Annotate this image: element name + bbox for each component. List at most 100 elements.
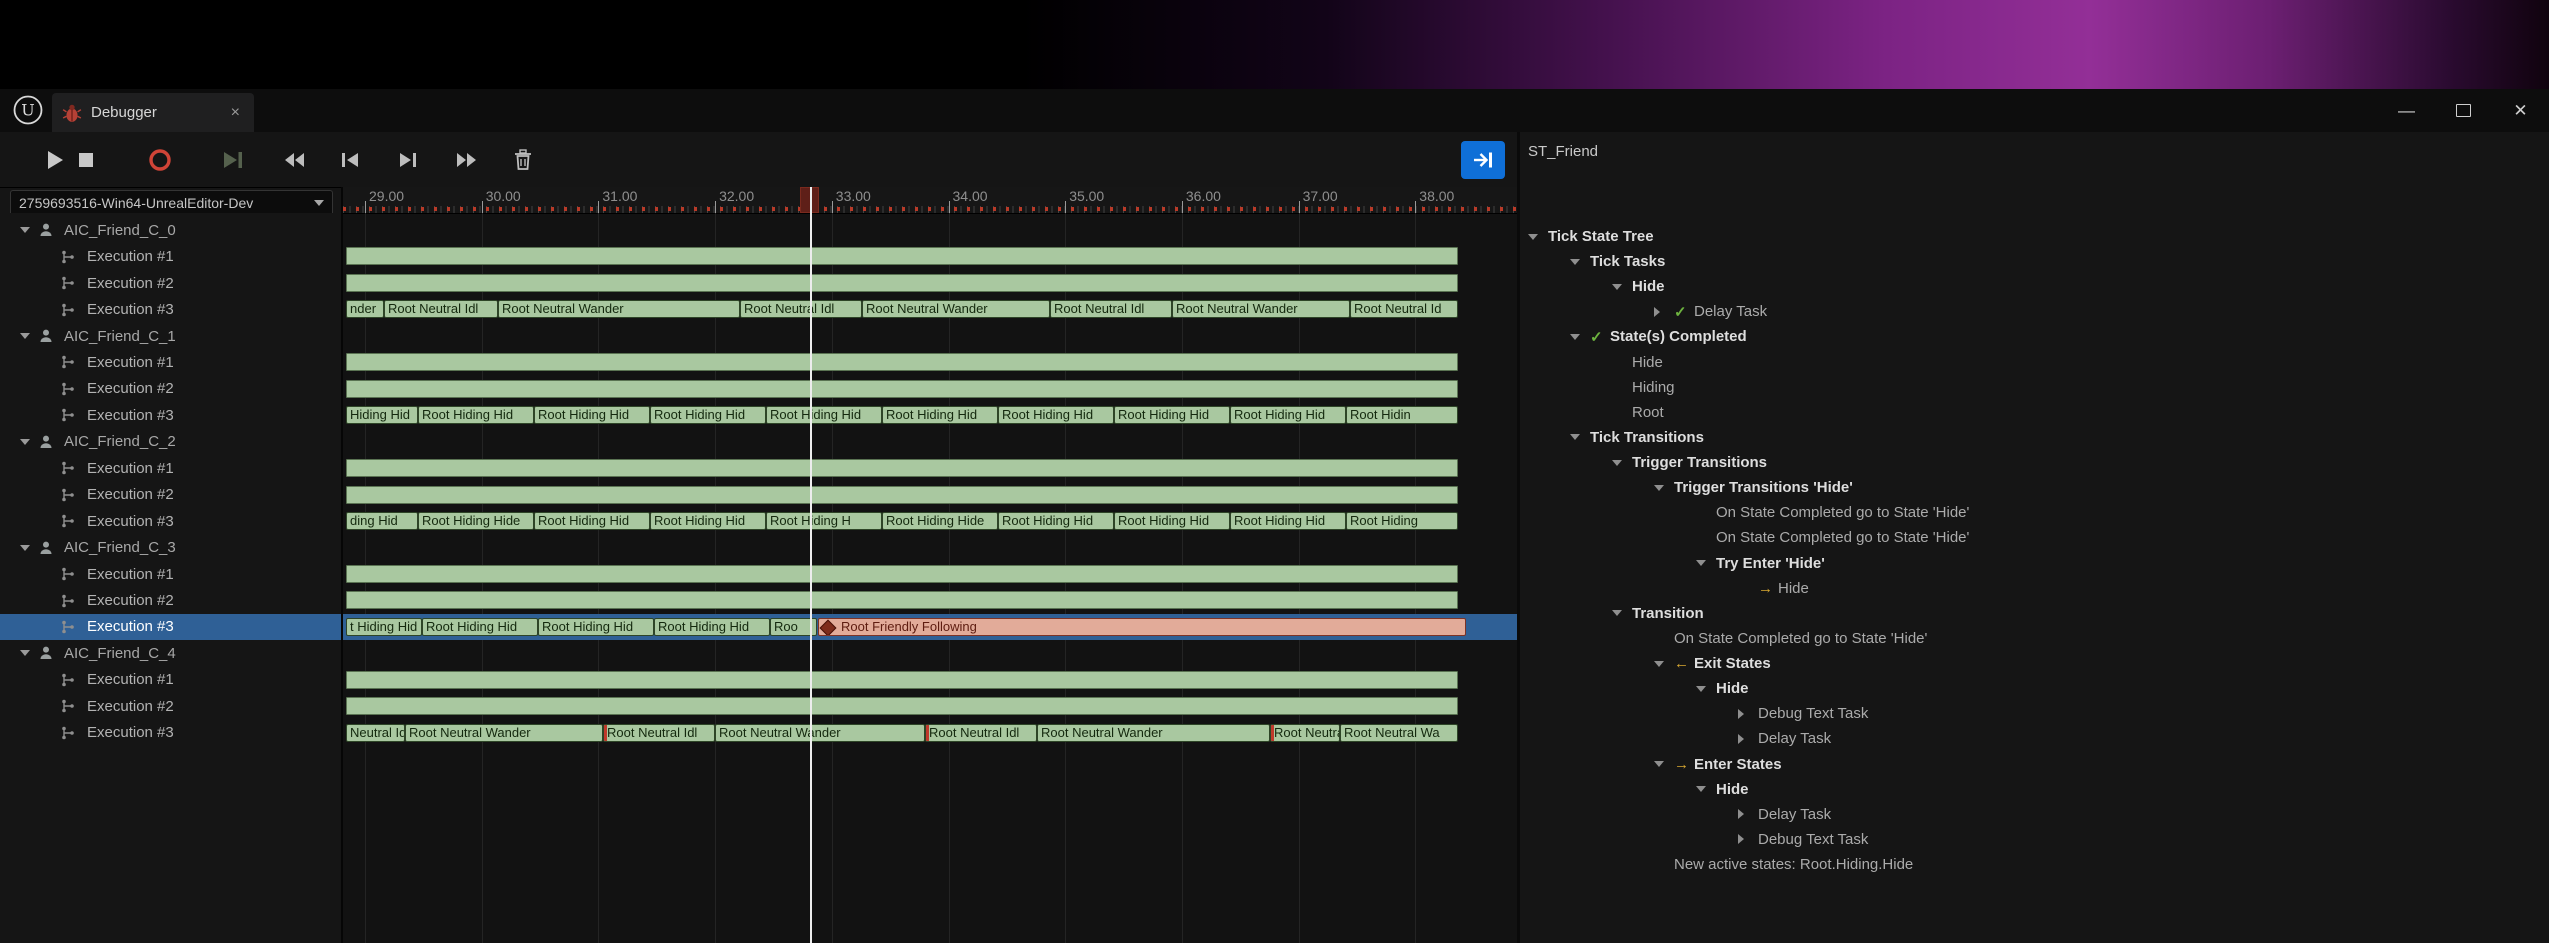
- timeline-track-row[interactable]: [343, 561, 1517, 587]
- state-tree-item[interactable]: Debug Text Task: [1520, 701, 2549, 726]
- execution-row[interactable]: Execution #3: [0, 508, 341, 534]
- timeline-state-segment[interactable]: Root Neutral Idl: [603, 724, 715, 742]
- timeline-bar[interactable]: [346, 671, 1458, 689]
- timeline-track-row[interactable]: [343, 217, 1517, 243]
- collapsed-arrow-icon[interactable]: [1738, 809, 1758, 819]
- timeline-bar[interactable]: [346, 459, 1458, 477]
- timeline-state-segment[interactable]: Root Hidin: [1346, 406, 1458, 424]
- timeline-bar[interactable]: [346, 486, 1458, 504]
- state-tree-item[interactable]: ✓Delay Task: [1520, 299, 2549, 324]
- timeline-bar[interactable]: [346, 697, 1458, 715]
- timeline-state-segment[interactable]: nder: [346, 300, 384, 318]
- timeline-track-row[interactable]: Neutral IdlRoot Neutral WanderRoot Neutr…: [343, 720, 1517, 746]
- first-frame-button[interactable]: [274, 144, 314, 176]
- record-button[interactable]: [140, 144, 180, 176]
- execution-row[interactable]: Execution #3: [0, 296, 341, 322]
- timeline-state-segment[interactable]: Root Neutral Wander: [1037, 724, 1270, 742]
- state-tree-item[interactable]: Try Enter 'Hide': [1520, 551, 2549, 576]
- state-tree-item[interactable]: Trigger Transitions: [1520, 450, 2549, 475]
- state-tree-item[interactable]: ←Exit States: [1520, 651, 2549, 676]
- state-tree-item[interactable]: New active states: Root.Hiding.Hide: [1520, 852, 2549, 877]
- execution-row[interactable]: Execution #1: [0, 349, 341, 375]
- timeline-track-row[interactable]: [343, 376, 1517, 402]
- collapsed-arrow-icon[interactable]: [1738, 734, 1758, 744]
- playhead[interactable]: [810, 187, 812, 943]
- timeline-state-segment[interactable]: Root Hiding Hid: [998, 406, 1114, 424]
- state-tree-item[interactable]: On State Completed go to State 'Hide': [1520, 500, 2549, 525]
- state-tree-item[interactable]: Trigger Transitions 'Hide': [1520, 475, 2549, 500]
- maximize-button[interactable]: [2435, 89, 2492, 132]
- timeline-track-row[interactable]: t Hiding HidRoot Hiding HidRoot Hiding H…: [343, 614, 1517, 640]
- execution-row[interactable]: Execution #1: [0, 455, 341, 481]
- timeline-track-row[interactable]: [343, 270, 1517, 296]
- unreal-logo-icon[interactable]: U: [12, 94, 44, 126]
- execution-row[interactable]: Execution #1: [0, 667, 341, 693]
- state-tree-item[interactable]: →Enter States: [1520, 752, 2549, 777]
- collapsed-arrow-icon[interactable]: [1738, 834, 1758, 844]
- timeline-state-segment[interactable]: Root Hiding Hid: [418, 406, 534, 424]
- expanded-arrow-icon[interactable]: [1612, 460, 1632, 466]
- timeline-active-segment[interactable]: Root Friendly Following: [818, 618, 1466, 636]
- timeline-state-segment[interactable]: ding Hid: [346, 512, 418, 530]
- state-tree-item[interactable]: Tick Transitions: [1520, 425, 2549, 450]
- timeline-bar[interactable]: [346, 380, 1458, 398]
- expanded-arrow-icon[interactable]: [1612, 610, 1632, 616]
- state-tree-item[interactable]: Delay Task: [1520, 802, 2549, 827]
- timeline-bar[interactable]: [346, 591, 1458, 609]
- expanded-arrow-icon[interactable]: [1696, 560, 1716, 566]
- timeline-bar[interactable]: [346, 247, 1458, 265]
- timeline-state-segment[interactable]: Root Neutral Idl: [1270, 724, 1340, 742]
- expanded-arrow-icon[interactable]: [1654, 761, 1674, 767]
- timeline-track-row[interactable]: [343, 455, 1517, 481]
- jump-to-current-frame-button[interactable]: [1461, 141, 1505, 179]
- collapsed-arrow-icon[interactable]: [1738, 709, 1758, 719]
- minimize-button[interactable]: —: [2378, 89, 2435, 132]
- state-tree-item[interactable]: Hide: [1520, 777, 2549, 802]
- collapsed-arrow-icon[interactable]: [1654, 307, 1674, 317]
- timeline-track-row[interactable]: [343, 667, 1517, 693]
- timeline-track-row[interactable]: nderRoot Neutral IdlRoot Neutral WanderR…: [343, 296, 1517, 322]
- state-tree-item[interactable]: Hiding: [1520, 375, 2549, 400]
- previous-frame-button[interactable]: [330, 144, 370, 176]
- timeline-state-segment[interactable]: Root Hiding Hid: [1230, 406, 1346, 424]
- timeline-state-segment[interactable]: Root Hiding Hid: [1114, 406, 1230, 424]
- timeline-track-row[interactable]: [343, 587, 1517, 613]
- timeline-state-segment[interactable]: Root Hiding Hid: [650, 406, 766, 424]
- execution-row[interactable]: Execution #2: [0, 693, 341, 719]
- instance-group-row[interactable]: AIC_Friend_C_2: [0, 429, 341, 455]
- state-tree-item[interactable]: →Hide: [1520, 576, 2549, 601]
- timeline-state-segment[interactable]: Root Hiding Hid: [998, 512, 1114, 530]
- state-tree-item[interactable]: On State Completed go to State 'Hide': [1520, 626, 2549, 651]
- state-tree-item[interactable]: Transition: [1520, 601, 2549, 626]
- expanded-arrow-icon[interactable]: [1570, 259, 1590, 265]
- instance-group-row[interactable]: AIC_Friend_C_4: [0, 640, 341, 666]
- state-tree-item[interactable]: Tick State Tree: [1520, 224, 2549, 249]
- expanded-arrow-icon[interactable]: [1570, 334, 1590, 340]
- timeline-track-row[interactable]: [343, 640, 1517, 666]
- chevron-down-icon[interactable]: [20, 650, 30, 656]
- expanded-arrow-icon[interactable]: [1570, 434, 1590, 440]
- timeline-track-row[interactable]: [343, 243, 1517, 269]
- timeline-state-segment[interactable]: Root Neutral Wa: [1340, 724, 1458, 742]
- timeline-state-segment[interactable]: Root Neutral Idl: [1050, 300, 1172, 318]
- timeline-track-row[interactable]: [343, 482, 1517, 508]
- tab-close-icon[interactable]: ×: [227, 104, 244, 122]
- timeline-state-segment[interactable]: Hiding Hid: [346, 406, 418, 424]
- timeline-state-segment[interactable]: t Hiding Hid: [346, 618, 422, 636]
- resume-button[interactable]: [212, 144, 252, 176]
- expanded-arrow-icon[interactable]: [1528, 234, 1548, 240]
- execution-row[interactable]: Execution #3: [0, 614, 341, 640]
- timeline-state-segment[interactable]: Root Hiding Hid: [422, 618, 538, 636]
- last-frame-button[interactable]: [447, 144, 487, 176]
- timeline-track-row[interactable]: ding HidRoot Hiding HideRoot Hiding HidR…: [343, 508, 1517, 534]
- expanded-arrow-icon[interactable]: [1654, 661, 1674, 667]
- timeline-track-row[interactable]: [343, 349, 1517, 375]
- timeline-state-segment[interactable]: Root Hiding Hid: [534, 512, 650, 530]
- timeline-state-segment[interactable]: Root Hiding Hid: [1114, 512, 1230, 530]
- timeline-state-segment[interactable]: Root Neutral Wander: [498, 300, 740, 318]
- timeline-state-segment[interactable]: Root Hiding: [1346, 512, 1458, 530]
- clear-tracks-button[interactable]: [503, 144, 543, 176]
- state-tree-item[interactable]: Tick Tasks: [1520, 249, 2549, 274]
- state-tree-item[interactable]: Hide: [1520, 676, 2549, 701]
- close-button[interactable]: ✕: [2492, 89, 2549, 132]
